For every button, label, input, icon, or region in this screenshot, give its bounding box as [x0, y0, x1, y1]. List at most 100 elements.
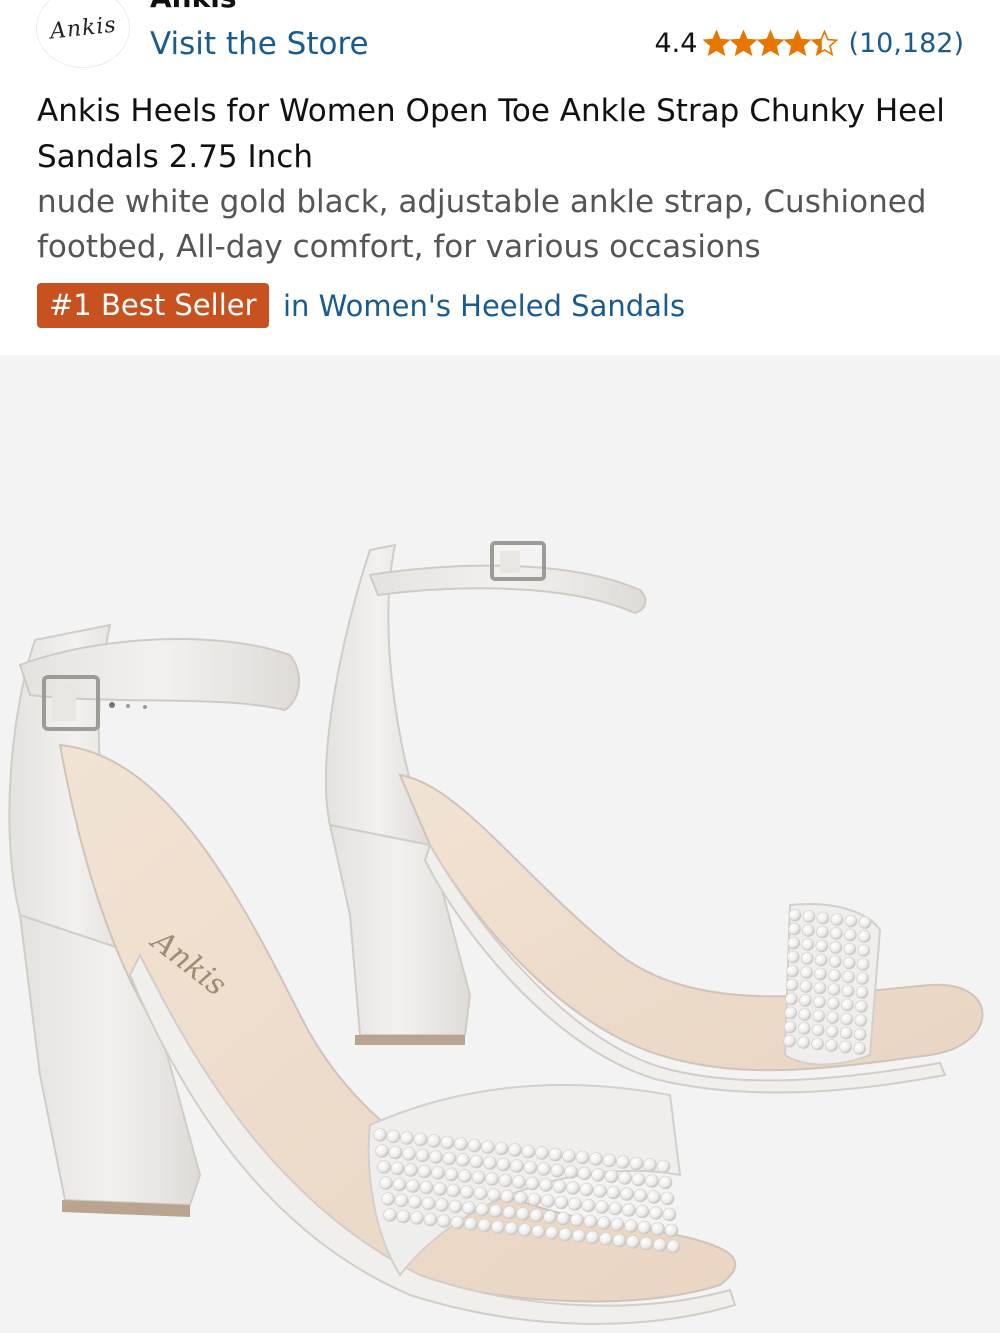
pearl-bead [392, 1177, 407, 1192]
pearl-bead [620, 1187, 634, 1201]
pearl-bead [417, 1164, 432, 1179]
pearl-bead [653, 1238, 667, 1252]
pearl-bead [799, 980, 813, 993]
pearl-bead [572, 1229, 586, 1243]
product-image[interactable]: Ankis [0, 355, 1000, 1333]
pearl-bead [423, 1212, 438, 1227]
pearl-bead [543, 1210, 557, 1224]
star-half-icon [811, 30, 839, 57]
pearl-bead [410, 1211, 424, 1225]
rating-summary[interactable]: 4.4 (10,182) [655, 28, 965, 59]
pearl-bead [853, 1028, 867, 1041]
pearl-bead [811, 1037, 824, 1051]
pearl-bead [827, 997, 840, 1010]
pearl-bead [816, 925, 829, 939]
pearl-bead [508, 1143, 522, 1157]
pearl-bead [828, 955, 842, 968]
pearl-bead [502, 1205, 517, 1220]
pearl-bead [512, 1175, 526, 1189]
pearl-bead [815, 939, 829, 953]
pearl-bead [597, 1216, 611, 1230]
pearl-bead [844, 914, 858, 928]
pearl-bead [839, 1026, 853, 1040]
pearl-bead [856, 972, 869, 985]
pearl-bead [602, 1153, 617, 1168]
best-seller-category-link[interactable]: in Women's Heeled Sandals [283, 286, 685, 326]
pearl-bead [858, 916, 872, 929]
pearl-bead [798, 1008, 812, 1021]
pearl-bead [516, 1207, 530, 1221]
pearl-bead [589, 1152, 603, 1166]
pearl-bead [575, 1150, 590, 1165]
pearl-bead [610, 1217, 625, 1232]
pearl-bead [450, 1215, 465, 1230]
best-seller-badge[interactable]: #1 Best Seller [37, 283, 269, 328]
brand-logo[interactable]: Ankis [36, 0, 130, 68]
pearl-bead [577, 1166, 592, 1181]
pearl-bead [541, 1194, 555, 1208]
product-subtitle: nude white gold black, adjustable ankle … [37, 184, 927, 265]
pearl-bead [633, 1188, 648, 1203]
pearl-bead [637, 1220, 652, 1235]
visit-store-link[interactable]: Visit the Store [150, 24, 369, 64]
pearl-bead [802, 924, 815, 937]
pearl-bead [585, 1230, 600, 1245]
pearl-bead [841, 984, 855, 998]
pearl-bead [631, 1172, 646, 1187]
pearl-bead [402, 1147, 416, 1161]
pearl-bead [797, 1036, 810, 1049]
pearl-bead [829, 941, 843, 954]
pearl-bead [500, 1189, 515, 1204]
pearl-bead [379, 1176, 393, 1190]
pearl-bead [853, 1042, 866, 1055]
pearl-bead [435, 1198, 449, 1212]
pearl-bead [514, 1191, 528, 1205]
pearl-bead [537, 1162, 551, 1176]
pearl-bead [487, 1188, 501, 1202]
pearl-bead [844, 928, 857, 942]
pearl-bead [604, 1169, 619, 1184]
pearl-bead [658, 1175, 673, 1190]
pearl-bead [529, 1208, 544, 1223]
pearl-bead [830, 913, 844, 926]
pearl-bead [373, 1128, 387, 1142]
pearl-bead [649, 1206, 663, 1220]
pearl-bead [643, 1158, 657, 1172]
pearl-bead [664, 1223, 679, 1238]
pearl-bead [591, 1168, 605, 1182]
pearl-bead [813, 995, 826, 1009]
pearl-bead [857, 944, 871, 957]
pearl-bead [556, 1211, 571, 1226]
pearl-bead [375, 1144, 389, 1158]
pearl-bead [812, 1009, 826, 1023]
pearl-bead [651, 1222, 665, 1236]
pearl-bead [433, 1182, 447, 1196]
pearl-bead [647, 1190, 661, 1204]
pearl-bead [396, 1209, 411, 1224]
pearl-bead [639, 1236, 654, 1251]
review-count-link[interactable]: (10,182) [848, 28, 964, 59]
pearl-bead [446, 1183, 461, 1198]
pearl-bead [858, 930, 871, 943]
brand-name[interactable]: Ankis [150, 0, 237, 12]
pearl-bead [626, 1235, 640, 1249]
pearl-bead [481, 1140, 495, 1154]
pearl-bead [504, 1221, 519, 1236]
pearl-bead [825, 1025, 839, 1038]
pearl-bead [525, 1176, 540, 1191]
pearl-bead [458, 1169, 472, 1183]
pearl-bead [527, 1192, 542, 1207]
pearl-bead [464, 1217, 478, 1231]
pearl-bead [494, 1141, 509, 1156]
pearl-bead [593, 1184, 607, 1198]
pearl-bead [388, 1145, 403, 1160]
pearl-bead [841, 998, 854, 1012]
pearl-bead [608, 1201, 623, 1216]
pearl-bead [564, 1165, 578, 1179]
pearl-bead [419, 1180, 434, 1195]
pearl-bead [606, 1185, 621, 1200]
pearl-bead [645, 1174, 659, 1188]
pearl-bead [811, 1023, 825, 1037]
pearl-bead [485, 1172, 499, 1186]
pearl-bead [855, 1000, 868, 1013]
